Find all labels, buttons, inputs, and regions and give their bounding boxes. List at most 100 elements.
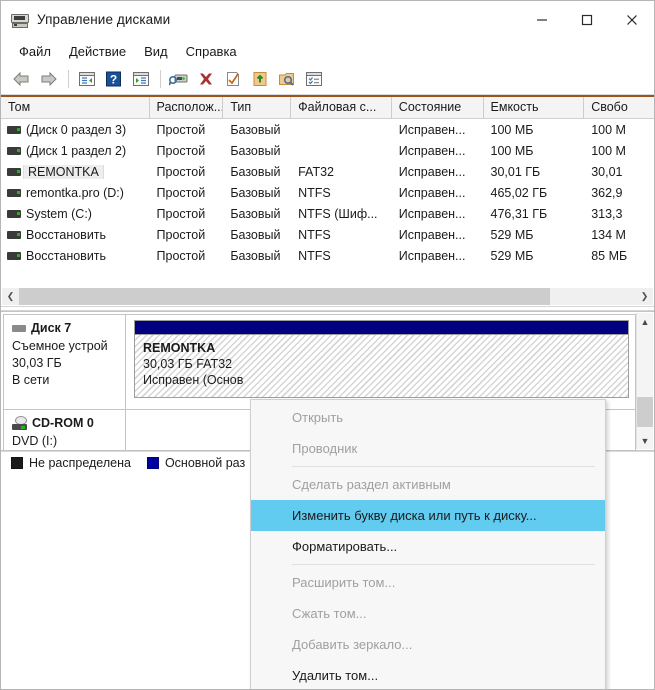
context-menu-item-change-drive-letter[interactable]: Изменить букву диска или путь к диску... bbox=[251, 500, 605, 531]
legend-label-primary: Основной раз bbox=[164, 456, 246, 470]
cell-free: 362,9 bbox=[591, 185, 623, 200]
column-header-volume[interactable]: Том bbox=[1, 97, 150, 118]
cell-volume-label: (Диск 0 раздел 3) bbox=[26, 122, 127, 137]
properties-window-icon[interactable] bbox=[128, 67, 153, 91]
table-row[interactable]: (Диск 0 раздел 3) Простой Базовый Исправ… bbox=[1, 119, 654, 140]
maximize-button[interactable] bbox=[564, 1, 609, 38]
context-menu-item-add-mirror[interactable]: Добавить зеркало... bbox=[251, 629, 605, 660]
cell-status: Исправен... bbox=[398, 164, 466, 179]
list-view-icon[interactable] bbox=[301, 67, 326, 91]
context-menu-item-format[interactable]: Форматировать... bbox=[251, 531, 605, 562]
cell-volume: System (C:) bbox=[1, 207, 150, 221]
partition-remontka[interactable]: REMONTKA 30,03 ГБ FAT32 Исправен (Основ bbox=[134, 320, 629, 398]
disk-info-disk7: Диск 7 Съемное устрой 30,03 ГБ В сети bbox=[4, 315, 126, 409]
cell-volume: Восстановить bbox=[1, 228, 150, 242]
context-menu-item-open[interactable]: Открыть bbox=[251, 402, 605, 433]
cell-layout: Простой bbox=[156, 227, 206, 242]
disk-info-cdrom0: CD-ROM 0 DVD (I:) bbox=[4, 410, 126, 450]
disk-drive-icon bbox=[11, 11, 29, 29]
scroll-left-icon[interactable]: ❮ bbox=[2, 288, 19, 305]
minimize-button[interactable] bbox=[519, 1, 564, 38]
table-row[interactable]: Восстановить Простой Базовый NTFS Исправ… bbox=[1, 245, 654, 266]
cell-status: Исправен... bbox=[398, 248, 466, 263]
volume-list-header: Том Располож... Тип Файловая с... Состоя… bbox=[1, 97, 654, 119]
check-icon[interactable] bbox=[220, 67, 245, 91]
cell-volume: (Диск 0 раздел 3) bbox=[1, 123, 150, 137]
context-menu-separator bbox=[292, 564, 595, 565]
menu-help[interactable]: Справка bbox=[177, 41, 246, 62]
scroll-track[interactable] bbox=[19, 288, 636, 305]
cell-free: 100 М bbox=[591, 143, 626, 158]
table-row[interactable]: remontka.pro (D:) Простой Базовый NTFS И… bbox=[1, 182, 654, 203]
cell-filesystem: NTFS bbox=[298, 227, 331, 242]
scroll-right-icon[interactable]: ❯ bbox=[636, 288, 653, 305]
column-header-free[interactable]: Свобо bbox=[584, 97, 654, 118]
cell-type: Базовый bbox=[230, 206, 281, 221]
column-header-filesystem[interactable]: Файловая с... bbox=[291, 97, 392, 118]
context-menu-item-delete-volume[interactable]: Удалить том... bbox=[251, 660, 605, 689]
partition-label: REMONTKA bbox=[143, 341, 216, 355]
show-hide-console-tree-icon[interactable] bbox=[74, 67, 99, 91]
volume-icon bbox=[7, 167, 21, 176]
table-row[interactable]: System (C:) Простой Базовый NTFS (Шиф...… bbox=[1, 203, 654, 224]
legend-item-primary: Основной раз bbox=[146, 456, 246, 470]
toolbar-separator-1 bbox=[68, 70, 69, 88]
forward-icon[interactable] bbox=[36, 67, 61, 91]
menu-bar: Файл Действие Вид Справка bbox=[1, 38, 654, 64]
close-button[interactable] bbox=[609, 1, 654, 38]
scroll-thumb[interactable] bbox=[637, 397, 653, 428]
menu-view[interactable]: Вид bbox=[135, 41, 177, 62]
cell-filesystem: NTFS (Шиф... bbox=[298, 206, 378, 221]
disk-name-label: Диск 7 bbox=[31, 321, 72, 335]
help-icon[interactable]: ? bbox=[101, 67, 126, 91]
column-header-type[interactable]: Тип bbox=[223, 97, 292, 118]
cell-layout: Простой bbox=[156, 248, 206, 263]
context-menu-item-explorer[interactable]: Проводник bbox=[251, 433, 605, 464]
context-menu-item-mark-partition-active[interactable]: Сделать раздел активным bbox=[251, 469, 605, 500]
volume-icon bbox=[7, 146, 21, 155]
menu-action[interactable]: Действие bbox=[60, 41, 135, 62]
cell-type: Базовый bbox=[230, 164, 281, 179]
menu-file[interactable]: Файл bbox=[10, 41, 60, 62]
search-folder-icon[interactable] bbox=[274, 67, 299, 91]
scroll-up-icon[interactable]: ▲ bbox=[637, 313, 653, 330]
disk-kind-label: DVD (I:) bbox=[12, 434, 58, 448]
scroll-down-icon[interactable]: ▼ bbox=[637, 432, 653, 449]
cell-free: 85 МБ bbox=[591, 248, 628, 263]
rescan-disks-icon[interactable] bbox=[166, 67, 191, 91]
column-header-layout[interactable]: Располож... bbox=[150, 97, 224, 118]
cell-volume-label: System (C:) bbox=[26, 206, 92, 221]
column-header-capacity[interactable]: Емкость bbox=[484, 97, 585, 118]
legend-swatch-primary bbox=[146, 457, 159, 469]
table-row[interactable]: (Диск 1 раздел 2) Простой Базовый Исправ… bbox=[1, 140, 654, 161]
back-icon[interactable] bbox=[9, 67, 34, 91]
cell-capacity: 529 МБ bbox=[490, 248, 534, 263]
cell-type: Базовый bbox=[230, 227, 281, 242]
cell-filesystem: FAT32 bbox=[298, 164, 335, 179]
export-icon[interactable] bbox=[247, 67, 272, 91]
cell-layout: Простой bbox=[156, 164, 206, 179]
delete-icon[interactable] bbox=[193, 67, 218, 91]
cell-status: Исправен... bbox=[398, 122, 466, 137]
graphical-pane-vertical-scrollbar[interactable]: ▲ ▼ bbox=[636, 313, 653, 449]
toolbar: ? bbox=[1, 64, 654, 95]
partition-status: Исправен (Основ bbox=[143, 373, 244, 387]
cell-free: 100 М bbox=[591, 122, 626, 137]
cell-volume-label: Восстановить bbox=[26, 227, 107, 242]
disk-name-label: CD-ROM 0 bbox=[32, 416, 94, 430]
cell-capacity: 465,02 ГБ bbox=[490, 185, 548, 200]
volume-icon bbox=[7, 251, 21, 260]
column-header-status[interactable]: Состояние bbox=[392, 97, 484, 118]
table-row[interactable]: Восстановить Простой Базовый NTFS Исправ… bbox=[1, 224, 654, 245]
cell-layout: Простой bbox=[156, 122, 206, 137]
removable-disk-icon bbox=[12, 324, 26, 332]
table-row[interactable]: REMONTKA Простой Базовый FAT32 Исправен.… bbox=[1, 161, 654, 182]
scroll-thumb[interactable] bbox=[19, 288, 550, 305]
context-menu-item-shrink-volume[interactable]: Сжать том... bbox=[251, 598, 605, 629]
disk-row-disk7[interactable]: Диск 7 Съемное устрой 30,03 ГБ В сети RE… bbox=[3, 314, 636, 410]
cell-capacity: 529 МБ bbox=[490, 227, 534, 242]
context-menu: Открыть Проводник Сделать раздел активны… bbox=[250, 399, 606, 689]
volume-list-horizontal-scrollbar[interactable]: ❮ ❯ bbox=[2, 288, 653, 305]
context-menu-item-extend-volume[interactable]: Расширить том... bbox=[251, 567, 605, 598]
cell-layout: Простой bbox=[156, 143, 206, 158]
